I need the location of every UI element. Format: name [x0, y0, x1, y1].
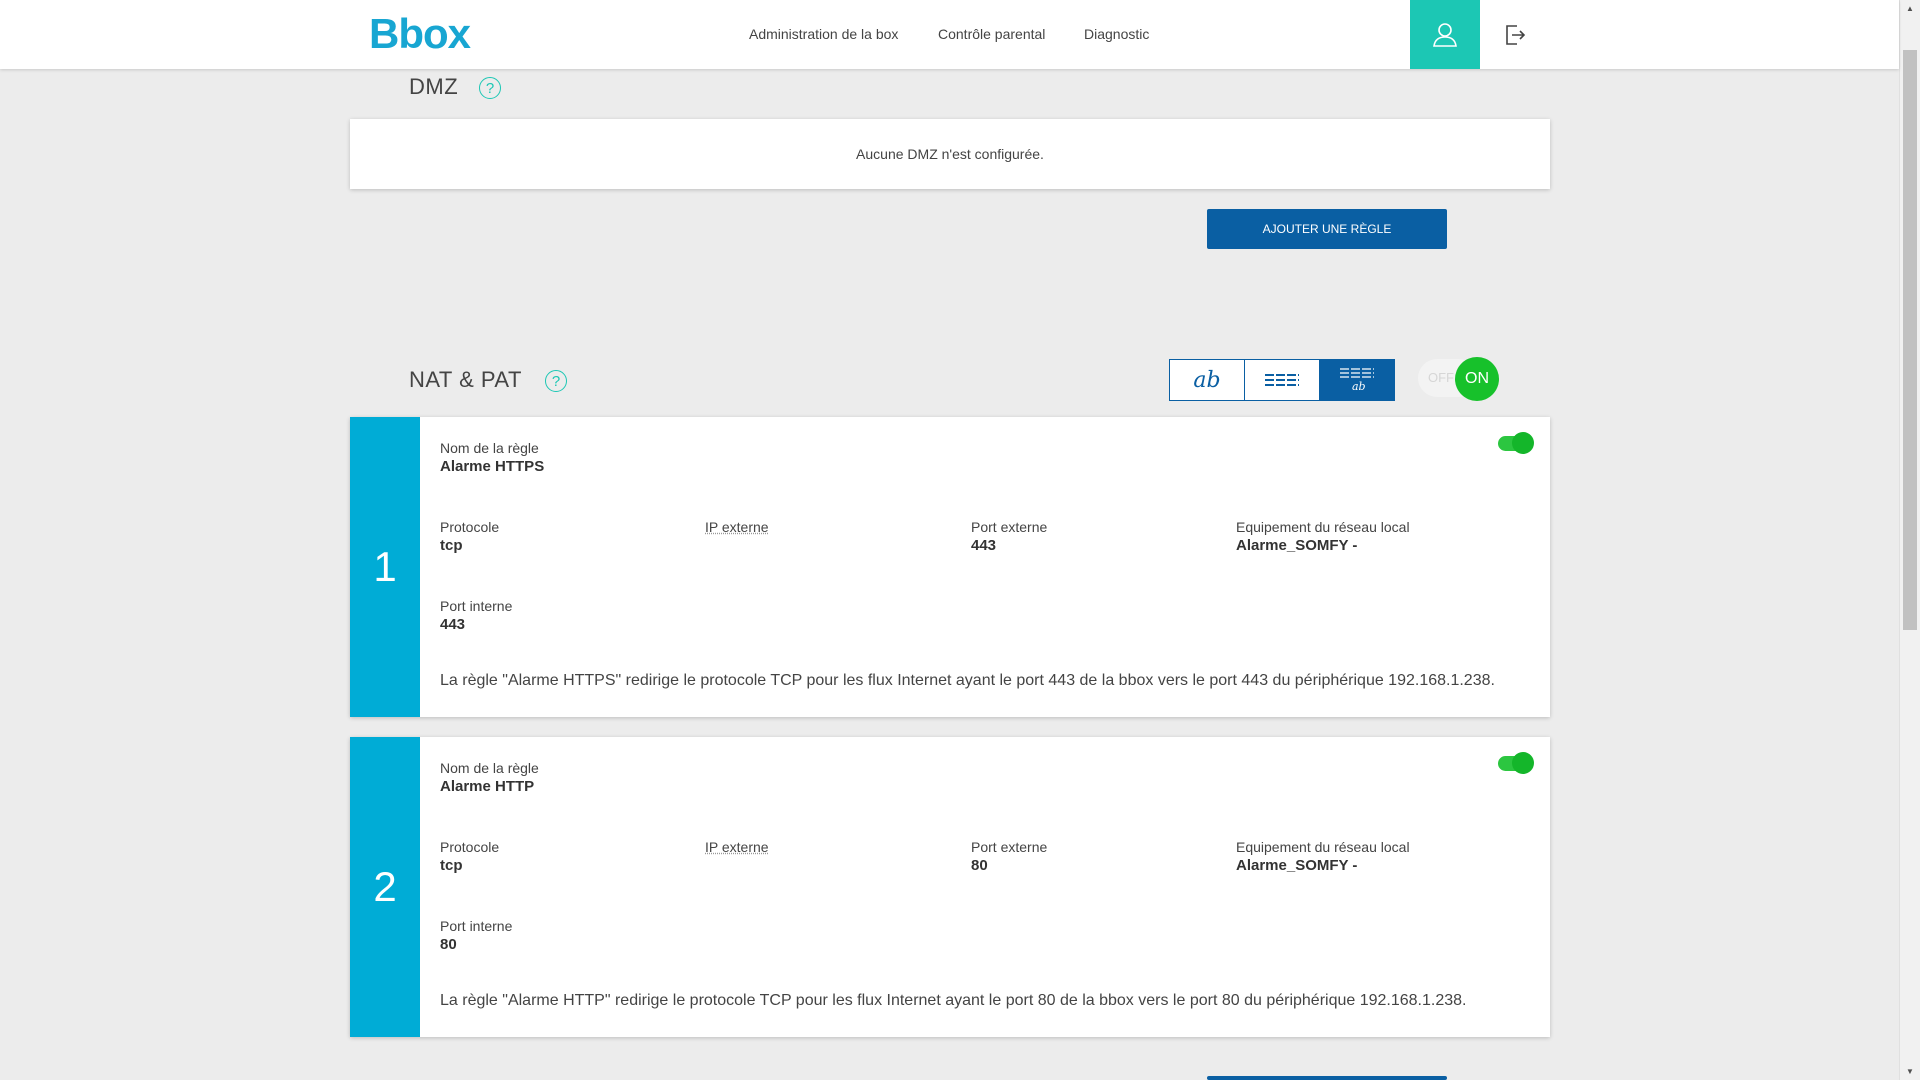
nav-diagnostic[interactable]: Diagnostic	[1084, 26, 1149, 42]
rule-enable-toggle[interactable]	[1498, 752, 1534, 774]
nat-global-switch[interactable]: OFF ON	[1418, 357, 1500, 401]
add-rule-button[interactable]: AJOUTER UNE RÈGLE	[1207, 209, 1447, 249]
protocol-label: Protocole	[440, 519, 500, 535]
rule-name-field: Nom de la règle Alarme HTTPS	[440, 439, 544, 477]
logout-button[interactable]	[1480, 0, 1550, 69]
external-ip-label: IP externe	[705, 839, 769, 855]
external-ip-field: IP externe	[705, 838, 769, 876]
internal-port-label: Port interne	[440, 598, 513, 614]
list-view-icon	[1265, 374, 1299, 386]
view-mode-toggle: ab ab	[1169, 359, 1395, 401]
external-ip-label: IP externe	[705, 519, 769, 535]
rule-number: 1	[350, 417, 420, 717]
external-port-field: Port externe 80	[971, 838, 1047, 876]
user-icon	[1433, 22, 1457, 47]
internal-port-value: 80	[440, 936, 457, 953]
external-port-label: Port externe	[971, 839, 1048, 855]
nat-rule-card: 1 Nom de la règle Alarme HTTPS Protocole…	[350, 417, 1550, 717]
text-view-button[interactable]: ab	[1170, 360, 1245, 400]
external-port-value: 80	[971, 857, 988, 874]
add-nat-rule-button[interactable]	[1207, 1076, 1447, 1080]
nat-pat-help-icon[interactable]: ?	[545, 370, 567, 392]
internal-port-value: 443	[440, 616, 466, 633]
external-ip-value	[705, 536, 769, 556]
rule-name-label: Nom de la règle	[440, 440, 539, 456]
switch-off-label: OFF	[1428, 370, 1454, 385]
external-ip-field: IP externe	[705, 518, 769, 556]
toggle-knob	[1512, 432, 1534, 454]
switch-on-knob: ON	[1455, 357, 1499, 401]
detailed-view-button[interactable]: ab	[1320, 360, 1394, 400]
local-device-value: Alarme_SOMFY -	[1236, 537, 1358, 554]
detailed-view-icon: ab	[1340, 368, 1374, 393]
rule-name-field: Nom de la règle Alarme HTTP	[440, 759, 539, 797]
page-scrollbar[interactable]: ▲ ▼	[1899, 0, 1920, 1080]
rule-name-value: Alarme HTTP	[440, 778, 535, 795]
protocol-field: Protocole tcp	[440, 838, 499, 876]
external-port-value: 443	[971, 537, 997, 554]
external-port-label: Port externe	[971, 519, 1048, 535]
rule-enable-toggle[interactable]	[1498, 432, 1534, 454]
user-account-button[interactable]	[1410, 0, 1480, 69]
protocol-label: Protocole	[440, 839, 500, 855]
external-port-field: Port externe 443	[971, 518, 1047, 556]
nat-rule-card: 2 Nom de la règle Alarme HTTP Protocole …	[350, 737, 1550, 1037]
protocol-value: tcp	[440, 857, 463, 874]
external-ip-value	[705, 856, 769, 876]
rule-description: La règle "Alarme HTTP" redirige le proto…	[440, 992, 1467, 1009]
dmz-empty-message: Aucune DMZ n'est configurée.	[856, 146, 1044, 162]
internal-port-field: Port interne 443	[440, 597, 512, 635]
rule-number: 2	[350, 737, 420, 1037]
scroll-down-arrow-icon[interactable]: ▼	[1900, 1063, 1920, 1080]
nav-parental-control[interactable]: Contrôle parental	[938, 26, 1045, 42]
local-device-field: Equipement du réseau local Alarme_SOMFY …	[1236, 838, 1410, 876]
rule-description: La règle "Alarme HTTPS" redirige le prot…	[440, 672, 1495, 689]
rule-name-value: Alarme HTTPS	[440, 458, 545, 475]
local-device-label: Equipement du réseau local	[1236, 839, 1410, 855]
text-view-icon: ab	[1193, 367, 1221, 393]
dmz-card: Aucune DMZ n'est configurée.	[350, 119, 1550, 189]
local-device-field: Equipement du réseau local Alarme_SOMFY …	[1236, 518, 1410, 556]
internal-port-label: Port interne	[440, 918, 513, 934]
scroll-thumb[interactable]	[1903, 50, 1917, 630]
scroll-up-arrow-icon[interactable]: ▲	[1900, 0, 1920, 17]
dmz-title: DMZ	[409, 74, 459, 99]
svg-text:ab: ab	[1352, 380, 1366, 393]
logout-icon	[1506, 24, 1526, 45]
local-device-value: Alarme_SOMFY -	[1236, 857, 1358, 874]
toggle-knob	[1512, 752, 1534, 774]
rule-name-label: Nom de la règle	[440, 760, 539, 776]
top-header: Bbox Administration de la box Contrôle p…	[0, 0, 1899, 69]
protocol-field: Protocole tcp	[440, 518, 499, 556]
nav-administration[interactable]: Administration de la box	[749, 26, 898, 42]
internal-port-field: Port interne 80	[440, 917, 512, 955]
dmz-help-icon[interactable]: ?	[479, 77, 501, 99]
local-device-label: Equipement du réseau local	[1236, 519, 1410, 535]
bbox-logo[interactable]: Bbox	[369, 10, 471, 58]
protocol-value: tcp	[440, 537, 463, 554]
list-view-button[interactable]	[1245, 360, 1320, 400]
nat-pat-title: NAT & PAT	[409, 367, 522, 392]
